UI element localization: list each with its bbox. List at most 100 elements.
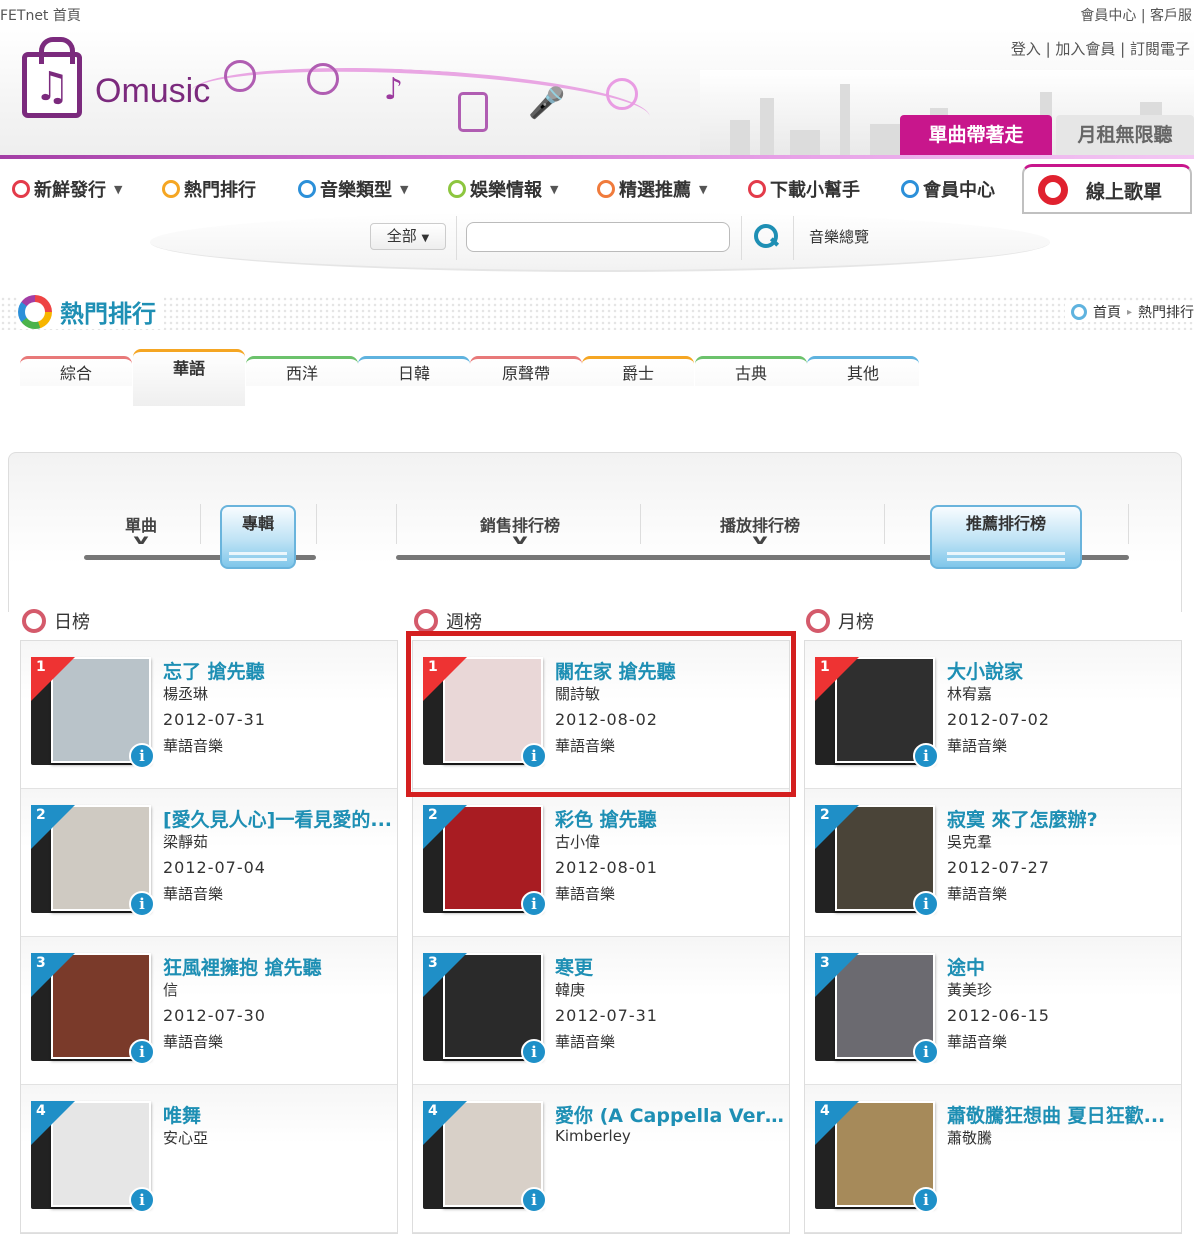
nav-featured-picks[interactable]: 精選推薦 ▼ xyxy=(597,176,707,202)
album-artist[interactable]: 吳克羣 xyxy=(947,831,992,852)
release-date: 2012-07-04 xyxy=(163,858,266,877)
nav-entertainment-news[interactable]: 娛樂情報 ▼ xyxy=(448,176,558,202)
tab-genre-jpkr[interactable]: 日韓 xyxy=(358,356,470,386)
album-artist[interactable]: Kimberley xyxy=(555,1127,631,1145)
album-cover[interactable]: 2i xyxy=(815,805,939,917)
recommend-chart-tab[interactable]: 推薦排行榜 xyxy=(930,505,1082,569)
nav-member-center[interactable]: 會員中心 xyxy=(901,176,995,202)
info-icon[interactable]: i xyxy=(129,1187,155,1213)
album-artist[interactable]: 安心亞 xyxy=(163,1127,208,1148)
tab-genre-western[interactable]: 西洋 xyxy=(246,356,358,386)
album-list-item[interactable]: 3 i 狂風裡擁抱 搶先聽信 2012-07-30 華語音樂 xyxy=(21,937,397,1085)
album-cover[interactable]: 1i xyxy=(31,657,155,769)
member-service-links[interactable]: 會員中心 | 客戶服 xyxy=(1080,5,1192,25)
album-list-item[interactable]: 4 i 愛你 (A Cappella Vers... Kimberley xyxy=(413,1085,789,1233)
album-cover[interactable]: 3i xyxy=(815,953,939,1065)
rank-number: 2 xyxy=(36,807,46,823)
album-list-item[interactable]: 1 i 忘了 搶先聽 楊丞琳 2012-07-31 華語音樂 xyxy=(21,641,397,789)
rank-number: 4 xyxy=(36,1103,46,1119)
album-title[interactable]: 大小說家 xyxy=(947,657,1179,684)
album-artist[interactable]: 韓庚 xyxy=(555,979,585,1000)
type-single-tab[interactable]: 單曲 v xyxy=(86,512,196,547)
album-list-item[interactable]: 4 i 蕭敬騰狂想曲 夏日狂歡... 蕭敬騰 xyxy=(805,1085,1181,1233)
album-title[interactable]: 狂風裡擁抱 搶先聽 xyxy=(163,953,395,980)
album-title[interactable]: 蕭敬騰狂想曲 夏日狂歡... xyxy=(947,1101,1179,1128)
online-playlist-label: 線上歌單 xyxy=(1086,181,1163,203)
nav-new-releases[interactable]: 新鮮發行 ▼ xyxy=(12,176,122,202)
album-artist[interactable]: 楊丞琳 xyxy=(163,683,208,704)
album-artist[interactable]: 信 xyxy=(163,979,178,1000)
album-title[interactable]: 唯舞 xyxy=(163,1101,395,1128)
album-cover[interactable]: 4i xyxy=(815,1101,939,1213)
info-icon[interactable]: i xyxy=(913,891,939,917)
login-links[interactable]: 登入 | 加入會員 | 訂閱電子 xyxy=(1011,38,1190,59)
music-browse-link[interactable]: 音樂總覽 xyxy=(809,226,869,247)
info-icon[interactable]: i xyxy=(521,891,547,917)
album-artist[interactable]: 蕭敬騰 xyxy=(947,1127,992,1148)
album-list-item[interactable]: 4 i 唯舞 安心亞 xyxy=(21,1085,397,1233)
search-input[interactable] xyxy=(466,222,730,252)
nav-music-genres[interactable]: 音樂類型 ▼ xyxy=(298,176,408,202)
rank-number: 4 xyxy=(820,1103,830,1119)
tab-genre-mandarin[interactable]: 華語 xyxy=(133,349,245,406)
release-date: 2012-07-30 xyxy=(163,1006,266,1025)
album-list-item[interactable]: 1 i 大小說家 林宥嘉 2012-07-02 華語音樂 xyxy=(805,641,1181,789)
omusic-logo-text[interactable]: Omusic xyxy=(95,72,210,111)
album-title[interactable]: 途中 xyxy=(947,953,1179,980)
album-cover[interactable]: 4i xyxy=(31,1101,155,1213)
nav-download-helper[interactable]: 下載小幫手 xyxy=(748,176,860,202)
album-cover[interactable]: 3i xyxy=(31,953,155,1065)
album-list-item[interactable]: 3 i 途中 黃美珍 2012-06-15 華語音樂 xyxy=(805,937,1181,1085)
tab-monthly-unlimited[interactable]: 月租無限聽 xyxy=(1056,115,1194,155)
info-icon[interactable]: i xyxy=(913,1039,939,1065)
ring-icon xyxy=(597,180,615,198)
tab-single-download[interactable]: 單曲帶著走 xyxy=(900,115,1052,155)
album-cover[interactable]: 2i xyxy=(31,805,155,917)
nav-hot-charts[interactable]: 熱門排行 xyxy=(162,176,256,202)
album-title[interactable]: 寂寞 來了怎麼辦? xyxy=(947,805,1179,832)
play-chart-tab[interactable]: 播放排行榜 v xyxy=(680,512,840,547)
info-icon[interactable]: i xyxy=(913,743,939,769)
info-icon[interactable]: i xyxy=(129,891,155,917)
tab-genre-all[interactable]: 綜合 xyxy=(20,356,132,386)
album-list-item[interactable]: 2 i 彩色 搶先聽 古小偉 2012-08-01 華語音樂 xyxy=(413,789,789,937)
tab-genre-jazz[interactable]: 爵士 xyxy=(582,356,694,386)
album-artist[interactable]: 梁靜茹 xyxy=(163,831,208,852)
type-album-tab[interactable]: 專輯 xyxy=(220,505,296,569)
album-title[interactable]: 彩色 搶先聽 xyxy=(555,805,787,832)
tab-genre-other[interactable]: 其他 xyxy=(807,356,919,386)
album-artist[interactable]: 林宥嘉 xyxy=(947,683,992,704)
online-playlist-button[interactable]: 線上歌單 xyxy=(1022,164,1192,214)
album-artist[interactable]: 黃美珍 xyxy=(947,979,992,1000)
tab-genre-soundtrack[interactable]: 原聲帶 xyxy=(470,356,582,386)
info-icon[interactable]: i xyxy=(129,1039,155,1065)
album-list-item[interactable]: 2 i [愛久見人心]一看見愛的... 梁靜茹 2012-07-04 華語音樂 xyxy=(21,789,397,937)
album-title[interactable]: 忘了 搶先聽 xyxy=(163,657,395,684)
info-icon[interactable]: i xyxy=(521,1187,547,1213)
header-divider xyxy=(0,155,1194,159)
fetnet-home-link[interactable]: FETnet 首頁 xyxy=(0,5,81,25)
album-cover[interactable]: 4i xyxy=(423,1101,547,1213)
search-category-select[interactable]: 全部 ▼ xyxy=(370,223,446,250)
sales-chart-tab[interactable]: 銷售排行榜 v xyxy=(440,512,600,547)
ring-icon xyxy=(162,180,180,198)
tab-genre-classical[interactable]: 古典 xyxy=(695,356,807,386)
album-title[interactable]: [愛久見人心]一看見愛的... xyxy=(163,805,395,832)
search-icon[interactable] xyxy=(752,222,780,250)
info-icon[interactable]: i xyxy=(129,743,155,769)
album-list-item[interactable]: 3 i 寒更 韓庚 2012-07-31 華語音樂 xyxy=(413,937,789,1085)
nav-label: 音樂類型 xyxy=(320,180,392,201)
dropdown-caret-icon: ▼ xyxy=(550,182,559,196)
album-title[interactable]: 寒更 xyxy=(555,953,787,980)
album-artist[interactable]: 古小偉 xyxy=(555,831,600,852)
rank-number: 1 xyxy=(820,659,830,675)
album-list-item[interactable]: 2 i 寂寞 來了怎麼辦? 吳克羣 2012-07-27 華語音樂 xyxy=(805,789,1181,937)
info-icon[interactable]: i xyxy=(913,1187,939,1213)
info-icon[interactable]: i xyxy=(521,1039,547,1065)
breadcrumb-home[interactable]: 首頁 xyxy=(1093,302,1121,322)
album-title[interactable]: 愛你 (A Cappella Vers... xyxy=(555,1101,787,1128)
divider xyxy=(1128,504,1129,544)
album-cover[interactable]: 2i xyxy=(423,805,547,917)
album-cover[interactable]: 3i xyxy=(423,953,547,1065)
album-cover[interactable]: 1i xyxy=(815,657,939,769)
